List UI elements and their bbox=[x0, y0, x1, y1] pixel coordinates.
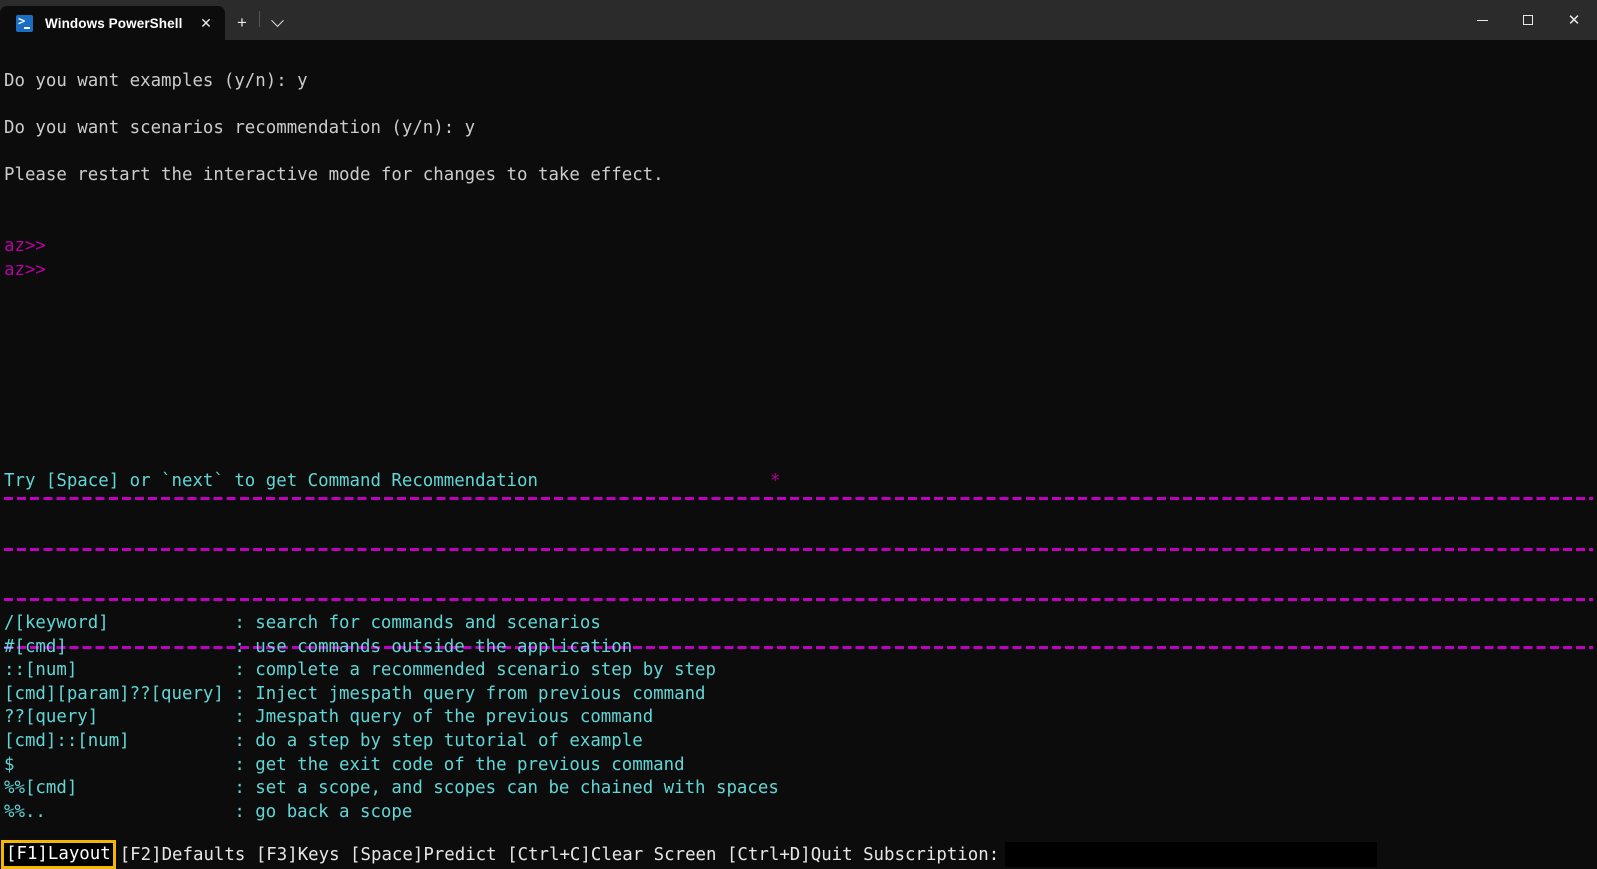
help-entry-key: %%.. bbox=[4, 801, 235, 822]
help-entry: [cmd][param]??[query] : Inject jmespath … bbox=[4, 683, 706, 707]
help-entry-separator: : bbox=[234, 613, 256, 633]
help-entry: #[cmd] : use commands outside the applic… bbox=[4, 636, 632, 660]
help-entry-separator: : bbox=[234, 731, 256, 751]
dashed-separator bbox=[4, 548, 1593, 551]
help-entry: ::[num] : complete a recommended scenari… bbox=[4, 659, 716, 683]
title-bar: Windows PowerShell ✕ + ✕ bbox=[0, 0, 1597, 40]
tab-windows-powershell[interactable]: Windows PowerShell ✕ bbox=[0, 6, 225, 40]
terminal-output[interactable]: Do you want examples (y/n): y Do you want… bbox=[0, 40, 1597, 869]
console-line: az>> bbox=[4, 260, 46, 280]
window-close-icon[interactable]: ✕ bbox=[1551, 0, 1597, 40]
help-entry: /[keyword] : search for commands and sce… bbox=[4, 612, 601, 636]
help-entry-description: go back a scope bbox=[255, 801, 413, 822]
help-entry-key: [cmd][param]??[query] bbox=[4, 683, 235, 704]
help-entry-description: Jmespath query of the previous command bbox=[255, 707, 654, 728]
help-entry-separator: : bbox=[234, 707, 256, 728]
chevron-down-icon[interactable] bbox=[260, 6, 294, 40]
tab-title: Windows PowerShell bbox=[45, 15, 183, 31]
help-entry-key: %%[cmd] bbox=[4, 778, 235, 799]
status-bar: [F1]Layout [F2]Defaults [F3]Keys [Space]… bbox=[0, 840, 1597, 869]
help-entry: $ : get the exit code of the previous co… bbox=[4, 754, 685, 778]
help-entry: %%[cmd] : set a scope, and scopes can be… bbox=[4, 777, 779, 801]
console-line: Do you want examples (y/n): y bbox=[4, 71, 308, 91]
status-key-f1-layout[interactable]: [F1]Layout bbox=[1, 840, 116, 869]
help-entry-separator: : bbox=[234, 778, 256, 799]
help-entry: %%.. : go back a scope bbox=[4, 801, 412, 825]
subscription-field[interactable] bbox=[1005, 842, 1378, 867]
recommendation-marker: * bbox=[770, 471, 781, 491]
dashed-separator bbox=[4, 598, 1593, 601]
help-entry-description: do a step by step tutorial of example bbox=[255, 731, 643, 751]
help-entry-key: #[cmd] bbox=[4, 636, 235, 657]
help-entry-separator: : bbox=[234, 683, 256, 704]
minimize-icon[interactable] bbox=[1459, 0, 1505, 40]
help-entry-description: set a scope, and scopes can be chained w… bbox=[255, 778, 779, 799]
help-entry: [cmd]::[num] : do a step by step tutoria… bbox=[4, 730, 643, 754]
help-entry-key: $ bbox=[4, 754, 235, 775]
close-glyph: ✕ bbox=[1567, 11, 1581, 29]
chevron-glyph bbox=[270, 13, 284, 27]
close-icon[interactable]: ✕ bbox=[191, 9, 221, 37]
help-entry-description: use commands outside the application bbox=[255, 636, 633, 657]
help-entry-description: get the exit code of the previous comman… bbox=[255, 754, 685, 775]
help-entry-separator: : bbox=[234, 660, 256, 681]
help-entry-key: ::[num] bbox=[4, 660, 235, 681]
powershell-icon bbox=[16, 14, 33, 32]
help-entry-description: complete a recommended scenario step by … bbox=[255, 660, 716, 681]
help-entry-description: search for commands and scenarios bbox=[255, 613, 601, 633]
window-controls: ✕ bbox=[1459, 0, 1597, 40]
help-entry-key: ??[query] bbox=[4, 707, 235, 728]
new-tab-button[interactable]: + bbox=[225, 6, 259, 40]
help-entry-separator: : bbox=[234, 801, 256, 822]
maximize-icon[interactable] bbox=[1505, 0, 1551, 40]
console-line: az>> bbox=[4, 236, 46, 256]
help-entry: ??[query] : Jmespath query of the previo… bbox=[4, 706, 653, 730]
help-entry-key: /[keyword] bbox=[4, 613, 235, 633]
help-entry-key: [cmd]::[num] bbox=[4, 731, 235, 751]
tab-strip: Windows PowerShell ✕ + bbox=[0, 0, 294, 40]
recommendation-text: Try [Space] or `next` to get Command Rec… bbox=[4, 471, 538, 491]
status-keys: [F2]Defaults [F3]Keys [Space]Predict [Ct… bbox=[119, 844, 1000, 865]
help-entry-description: Inject jmespath query from previous comm… bbox=[255, 683, 706, 704]
console-line: Please restart the interactive mode for … bbox=[4, 165, 664, 185]
dashed-separator bbox=[4, 497, 1593, 500]
console-line: Do you want scenarios recommendation (y/… bbox=[4, 118, 476, 138]
help-entry-separator: : bbox=[234, 754, 256, 775]
help-entry-separator: : bbox=[234, 636, 256, 657]
